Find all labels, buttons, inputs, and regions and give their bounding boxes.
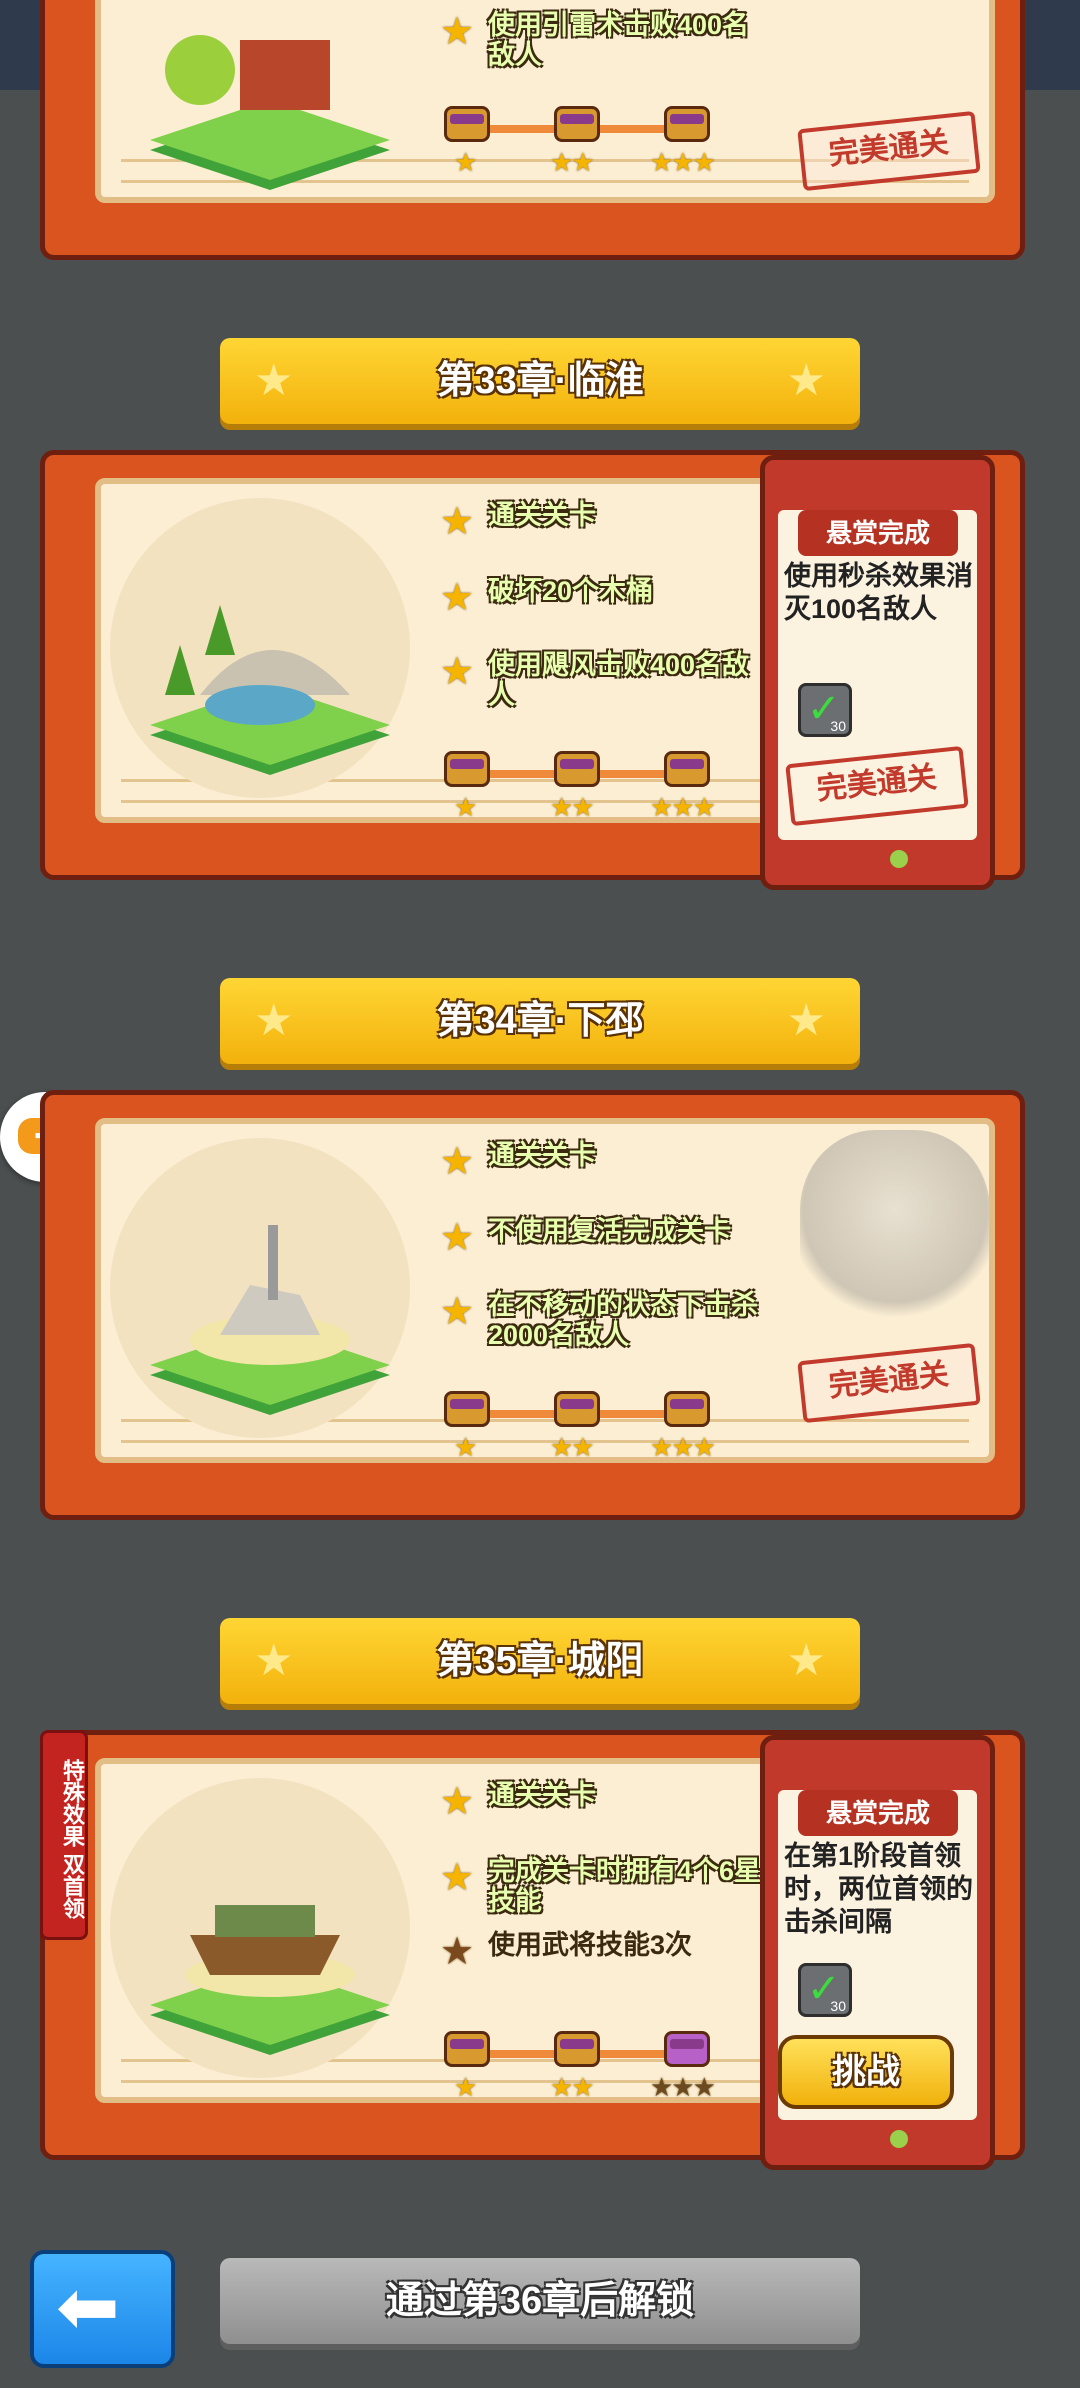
- chapter-island-illustration: [150, 605, 390, 775]
- hero-portrait: [800, 1130, 990, 1330]
- bounty-description: 在第1阶段首领时，两位首领的击杀间隔: [784, 1841, 973, 1937]
- treasure-chest-icon[interactable]: [660, 745, 714, 791]
- chest-progress[interactable]: ★ ★★ ★★★: [440, 745, 740, 825]
- chapter-island-illustration: [150, 35, 390, 190]
- treasure-chest-icon[interactable]: [440, 1385, 494, 1431]
- bounty-panel-35[interactable]: 悬赏完成 在第1阶段首领时，两位首领的击杀间隔 ✓ 30 挑战: [760, 1735, 995, 2170]
- star-icon: ★: [440, 11, 475, 53]
- star-icon: ★: [440, 651, 475, 693]
- treasure-chest-icon[interactable]: [550, 100, 604, 146]
- treasure-chest-icon[interactable]: [660, 1385, 714, 1431]
- treasure-chest-icon[interactable]: [440, 745, 494, 791]
- treasure-chest-icon[interactable]: [440, 100, 494, 146]
- bounty-reward: ✓ 30: [798, 1963, 852, 2017]
- chapter-card-32[interactable]: ★ 使用引雷术击败400名敌人 ★ ★★ ★★★ 完美通关: [40, 0, 1025, 260]
- star-icon: ★: [440, 1931, 475, 1973]
- star-icon: ★: [440, 577, 475, 619]
- chest-progress[interactable]: ★ ★★ ★★★: [440, 100, 740, 180]
- chapter-header-33: ★ ★ 第33章·临淮: [220, 338, 860, 424]
- locked-chapter-title: 通过第36章后解锁: [385, 2280, 695, 2322]
- chapter-header-35: ★ ★ 第35章·城阳: [220, 1618, 860, 1704]
- back-button[interactable]: ⬅: [30, 2250, 175, 2368]
- chapter-header-34: ★ ★ 第34章·下邳: [220, 978, 860, 1064]
- chapter-card-34[interactable]: ★ 通关关卡 ★ 不使用复活完成关卡 ★ 在不移动的状态下击杀2000名敌人 ★…: [40, 1090, 1025, 1520]
- treasure-chest-icon[interactable]: [550, 745, 604, 791]
- treasure-chest-icon[interactable]: [660, 100, 714, 146]
- bounty-description: 使用秒杀效果消灭100名敌人: [784, 561, 973, 624]
- challenge-button[interactable]: 挑战: [778, 2035, 954, 2109]
- chapter-title: 第34章·下邳: [436, 1000, 644, 1042]
- treasure-chest-icon[interactable]: [550, 2025, 604, 2071]
- chest-progress[interactable]: ★ ★★ ★★★: [440, 2025, 740, 2105]
- star-icon: ★: [440, 1217, 475, 1259]
- bounty-reward: ✓ 30: [798, 683, 852, 737]
- chapter-island-illustration: [150, 1905, 390, 2055]
- star-icon: ★: [440, 501, 475, 543]
- star-icon: ★: [440, 1781, 475, 1823]
- star-icon: ★: [440, 1141, 475, 1183]
- back-arrow-icon: ⬅: [56, 2265, 120, 2350]
- chapter-title: 第35章·城阳: [436, 1640, 644, 1682]
- chest-progress[interactable]: ★ ★★ ★★★: [440, 1385, 740, 1465]
- bounty-title: 悬赏完成: [798, 510, 958, 556]
- treasure-chest-icon[interactable]: [440, 2025, 494, 2071]
- star-icon: ★: [440, 1291, 475, 1333]
- chapter-title: 第33章·临淮: [436, 360, 644, 402]
- chapter-island-illustration: [150, 1225, 390, 1415]
- locked-chapter-header: 通过第36章后解锁: [220, 2258, 860, 2344]
- special-effect-tag: 特殊效果 双首领: [40, 1730, 88, 1940]
- bounty-title: 悬赏完成: [798, 1790, 958, 1836]
- bounty-panel-33[interactable]: 悬赏完成 使用秒杀效果消灭100名敌人 ✓ 30 完美通关: [760, 455, 995, 890]
- treasure-chest-icon[interactable]: [550, 1385, 604, 1431]
- star-icon: ★: [440, 1857, 475, 1899]
- treasure-chest-icon[interactable]: [660, 2025, 714, 2071]
